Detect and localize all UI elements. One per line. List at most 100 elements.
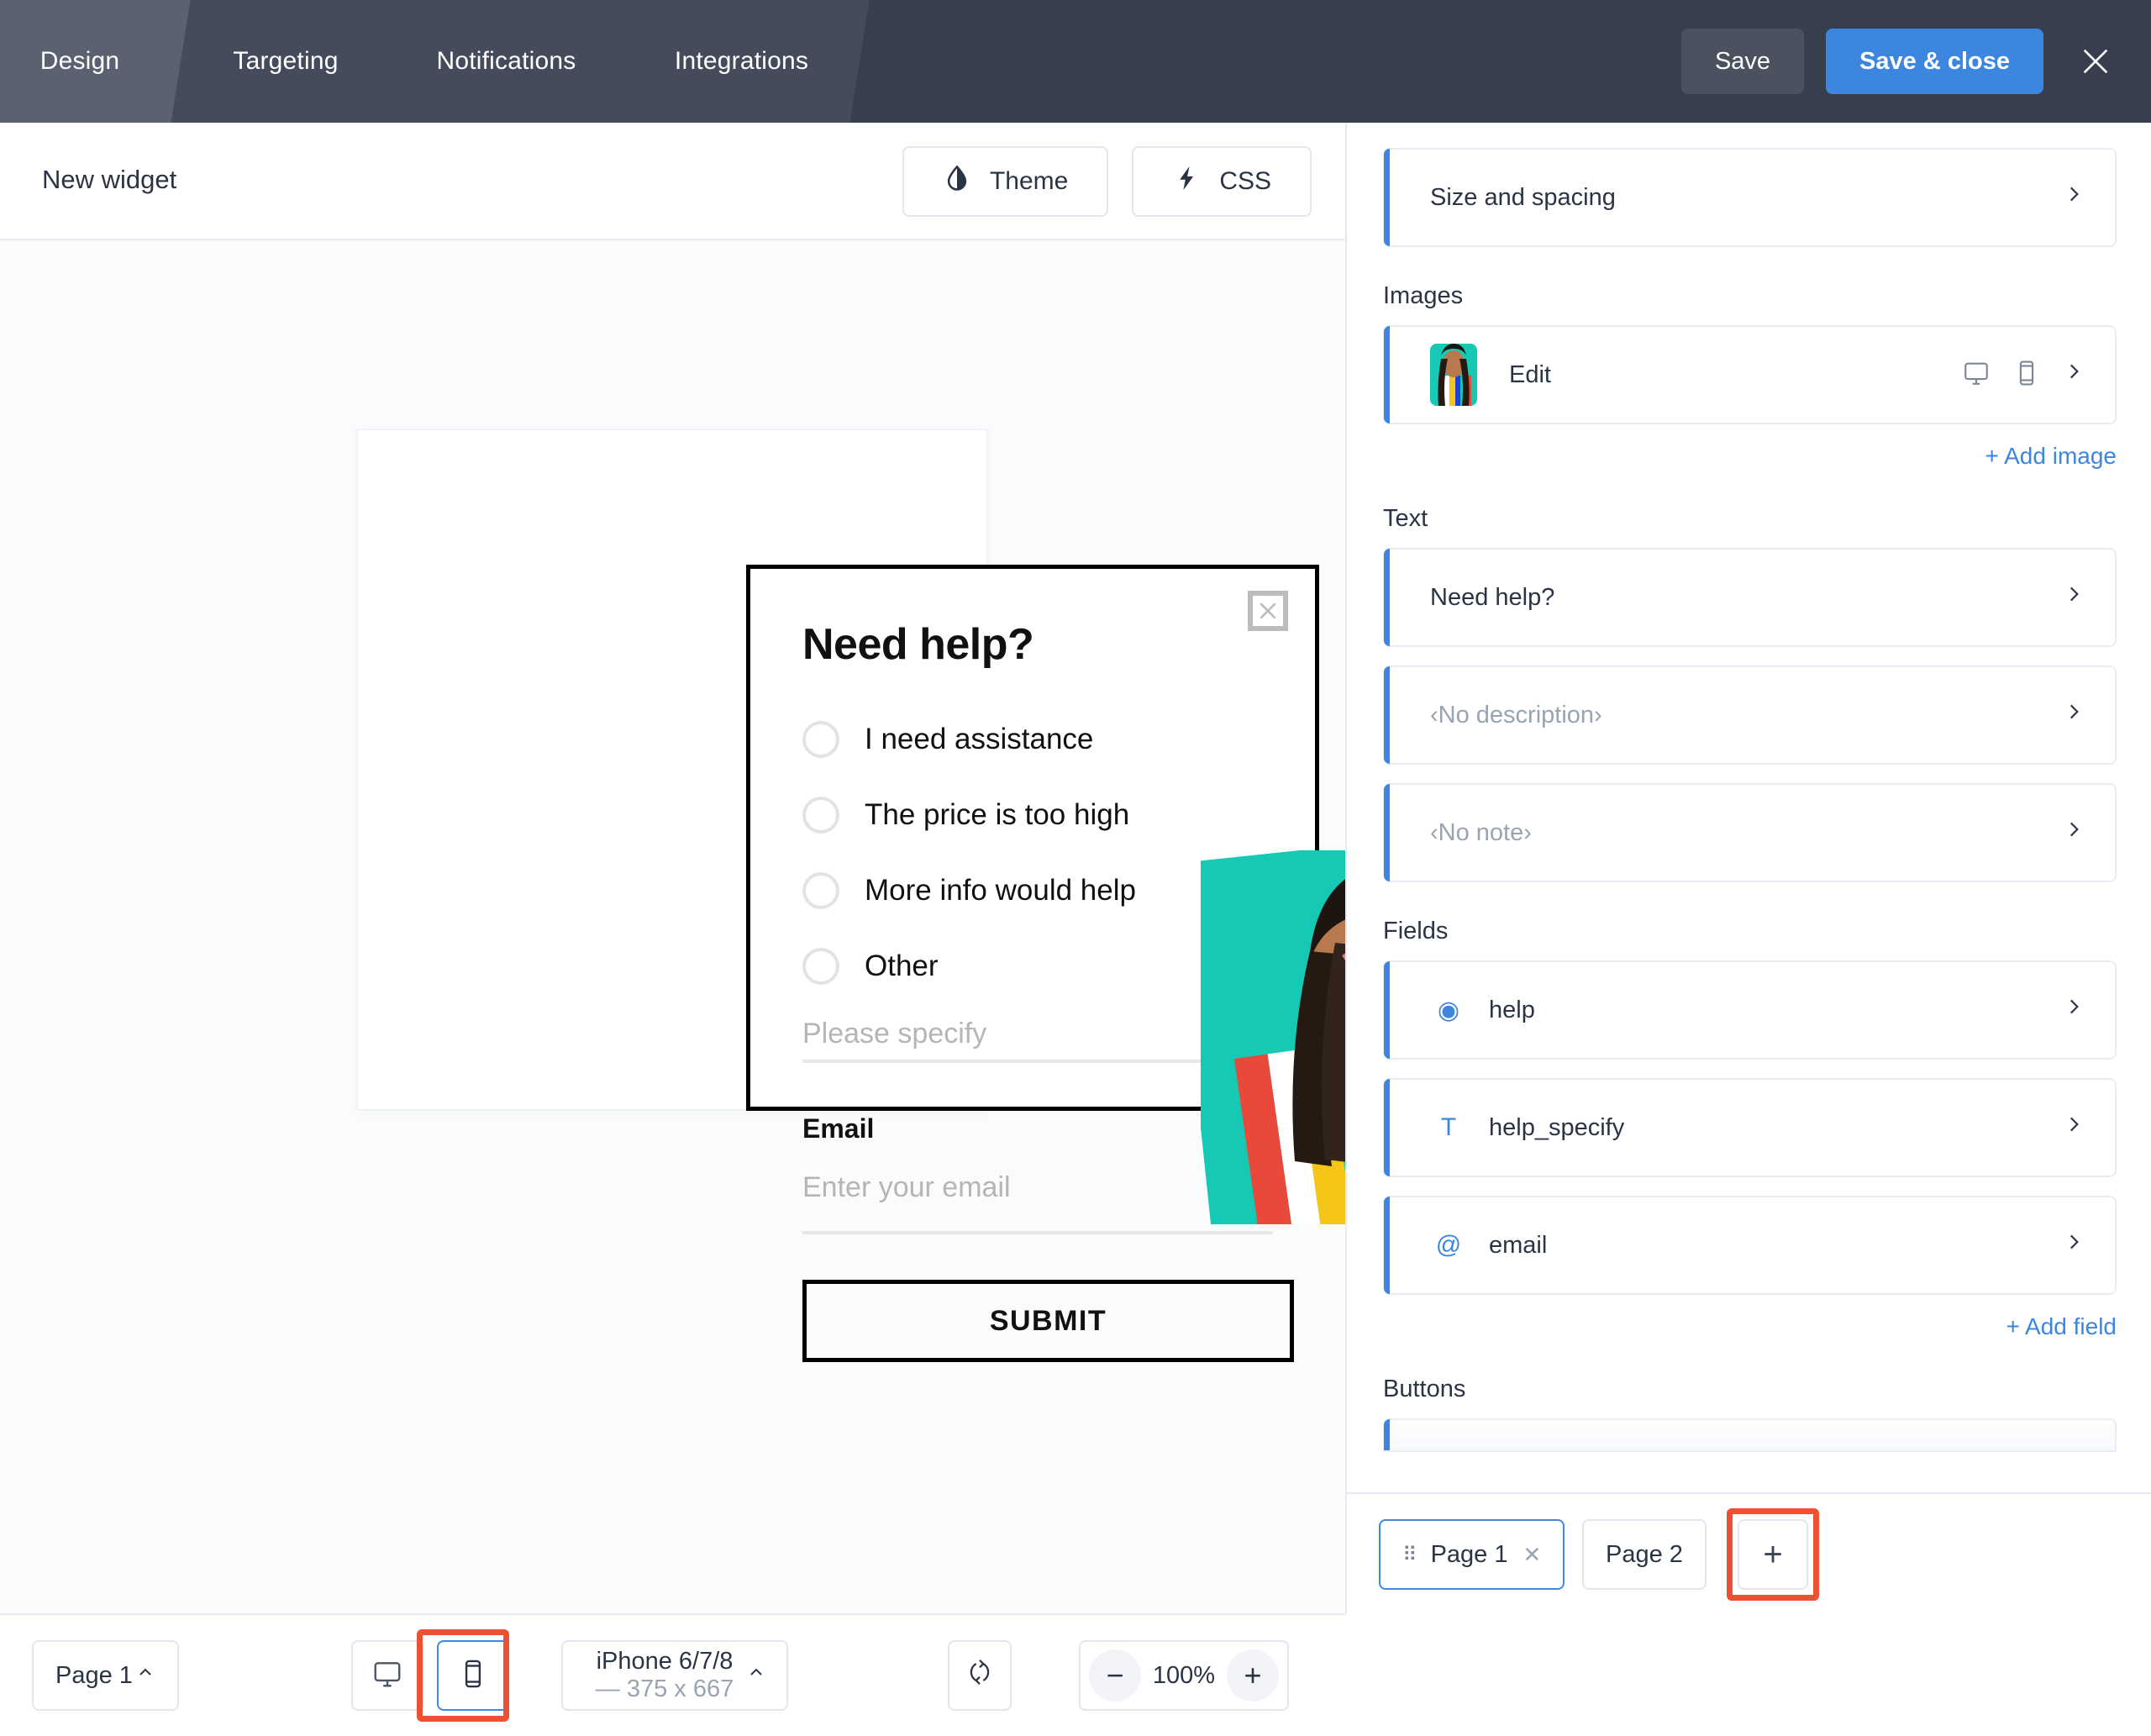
mobile-phone-icon	[457, 1658, 489, 1694]
rotate-device-button[interactable]	[948, 1640, 1012, 1711]
chevron-right-icon	[2063, 996, 2085, 1024]
widget-option[interactable]: I need assistance	[802, 702, 1273, 777]
fields-section-label: Fields	[1383, 918, 2117, 945]
widget-option-label: Other	[865, 950, 939, 983]
chevron-right-icon	[2063, 701, 2085, 729]
tab-integrations-label: Integrations	[675, 47, 808, 76]
top-header-bar: Design Targeting Notifications Integrati…	[0, 0, 2151, 123]
email-at-icon: @	[1430, 1231, 1467, 1260]
device-dimensions: — 375 x 667	[596, 1676, 734, 1702]
rotate-icon	[965, 1658, 994, 1693]
close-icon[interactable]	[2072, 38, 2119, 85]
button-item-row[interactable]	[1383, 1418, 2117, 1452]
desktop-view-button[interactable]	[351, 1640, 423, 1711]
image-item-label: Edit	[1509, 361, 1962, 389]
radio-button-icon[interactable]	[802, 872, 839, 909]
zoom-in-button[interactable]: +	[1227, 1649, 1279, 1702]
image-device-icons	[1962, 359, 2085, 392]
radio-button-icon: ◉	[1430, 996, 1467, 1025]
text-item-description-row[interactable]: ‹No description›	[1383, 665, 2117, 765]
tab-design[interactable]: Design	[0, 0, 185, 123]
widget-option-label: I need assistance	[865, 723, 1093, 756]
tab-notifications[interactable]: Notifications	[387, 0, 626, 123]
images-section-label: Images	[1383, 282, 2117, 310]
preview-canvas: Need help? I need assistance The price i…	[0, 240, 1345, 1613]
chevron-right-icon	[2063, 1231, 2085, 1260]
widget-option[interactable]: More info would help	[802, 853, 1273, 928]
size-and-spacing-label: Size and spacing	[1430, 184, 2063, 212]
device-name: iPhone 6/7/8	[597, 1648, 734, 1675]
device-toggle-group	[351, 1640, 509, 1711]
theme-button-label: Theme	[990, 167, 1068, 196]
page-title: New widget	[42, 165, 176, 195]
email-field[interactable]: Email Enter your email	[802, 1113, 1155, 1204]
field-row-email[interactable]: @ email	[1383, 1196, 2117, 1295]
tab-design-label: Design	[40, 47, 120, 76]
page-select-dropdown[interactable]: Page 1	[32, 1640, 179, 1711]
text-section-label: Text	[1383, 505, 2117, 533]
field-row-help[interactable]: ◉ help	[1383, 960, 2117, 1060]
widget-sub-toolbar: New widget Theme CSS	[0, 123, 1345, 240]
widget-options-list: I need assistance The price is too high …	[802, 702, 1273, 1004]
page-tab-2[interactable]: Page 2	[1582, 1519, 1707, 1590]
widget-option[interactable]: Other	[802, 928, 1273, 1004]
device-size-dropdown[interactable]: iPhone 6/7/8 — 375 x 667	[561, 1640, 788, 1711]
field-name: help	[1489, 997, 2063, 1024]
email-placeholder: Enter your email	[802, 1171, 1155, 1204]
text-item-title-row[interactable]: Need help?	[1383, 548, 2117, 647]
field-underline	[802, 1231, 1273, 1234]
tab-targeting-label: Targeting	[233, 47, 338, 76]
widget-option-label: More info would help	[865, 874, 1136, 907]
add-field-link[interactable]: + Add field	[1383, 1313, 2117, 1340]
widget-heading: Need help?	[802, 619, 1033, 670]
canvas-bottom-toolbar: Page 1	[0, 1613, 1345, 1736]
device-preview-frame: Need help? I need assistance The price i…	[357, 429, 987, 1110]
widget-option[interactable]: The price is too high	[802, 777, 1273, 853]
close-icon[interactable]: ✕	[1523, 1542, 1542, 1568]
specify-field[interactable]: Please specify	[802, 1018, 1155, 1050]
lightning-bolt-icon	[1172, 164, 1201, 199]
tab-targeting[interactable]: Targeting	[181, 0, 391, 123]
radio-button-icon[interactable]	[802, 948, 839, 985]
page-tab-1[interactable]: ⠿ Page 1 ✕	[1379, 1519, 1565, 1590]
droplet-half-icon	[943, 164, 971, 199]
tab-integrations[interactable]: Integrations	[622, 0, 861, 123]
sidebar-scroll-area[interactable]: Size and spacing Images	[1347, 123, 2151, 1492]
radio-button-icon[interactable]	[802, 797, 839, 834]
tab-notifications-label: Notifications	[436, 47, 576, 76]
css-button-label: CSS	[1219, 167, 1271, 196]
field-row-help-specify[interactable]: T help_specify	[1383, 1078, 2117, 1177]
widget-close-icon[interactable]	[1248, 591, 1288, 631]
email-field-label: Email	[802, 1113, 1155, 1144]
radio-button-icon[interactable]	[802, 721, 839, 758]
text-field-icon: T	[1430, 1113, 1467, 1142]
header-actions: Save Save & close	[1681, 0, 2119, 123]
chevron-right-icon	[2063, 818, 2085, 847]
widget-popup-preview[interactable]: Need help? I need assistance The price i…	[746, 565, 1319, 1111]
drag-grip-icon[interactable]: ⠿	[1402, 1543, 1416, 1567]
text-item-value: ‹No note›	[1430, 819, 2063, 847]
field-name: help_specify	[1489, 1114, 2063, 1142]
text-item-note-row[interactable]: ‹No note›	[1383, 783, 2117, 882]
chevron-right-icon	[2063, 183, 2085, 212]
page-select-value: Page 1	[55, 1662, 133, 1690]
buttons-section-label: Buttons	[1383, 1376, 2117, 1403]
image-item-row[interactable]: Edit	[1383, 325, 2117, 424]
chevron-up-icon	[135, 1662, 155, 1690]
css-button[interactable]: CSS	[1132, 146, 1312, 217]
specify-placeholder: Please specify	[802, 1018, 1155, 1050]
save-and-close-button[interactable]: Save & close	[1826, 29, 2043, 94]
mobile-phone-icon[interactable]	[2012, 359, 2041, 392]
submit-button[interactable]: SUBMIT	[802, 1280, 1294, 1362]
theme-button[interactable]: Theme	[902, 146, 1108, 217]
save-button[interactable]: Save	[1681, 29, 1804, 94]
desktop-monitor-icon	[371, 1658, 403, 1694]
add-page-button[interactable]: +	[1738, 1519, 1808, 1590]
mobile-view-button[interactable]	[437, 1640, 509, 1711]
properties-sidebar: Size and spacing Images	[1345, 123, 2151, 1613]
desktop-monitor-icon[interactable]	[1962, 359, 1991, 392]
add-image-link[interactable]: + Add image	[1383, 443, 2117, 470]
size-and-spacing-row[interactable]: Size and spacing	[1383, 148, 2117, 247]
zoom-out-button[interactable]: −	[1089, 1649, 1141, 1702]
sub-toolbar-buttons: Theme CSS	[902, 146, 1312, 217]
